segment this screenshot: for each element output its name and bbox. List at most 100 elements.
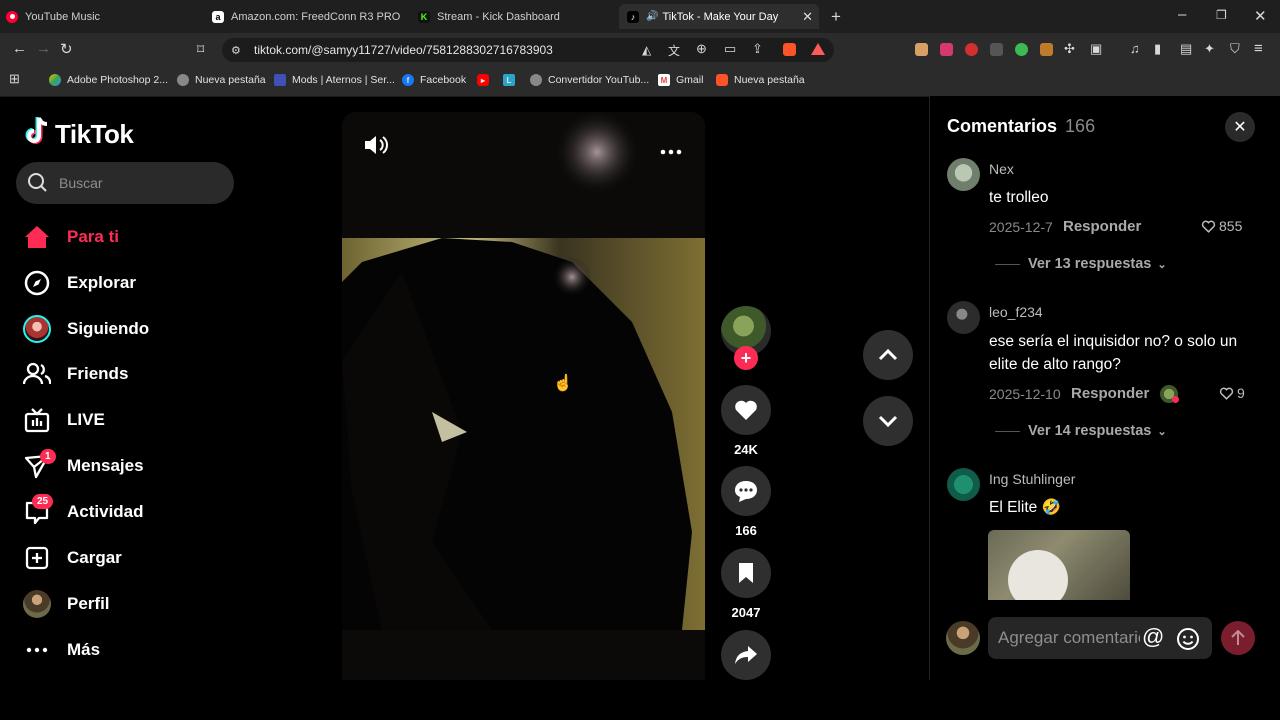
leo-ai-icon[interactable]: ✦: [1204, 41, 1215, 57]
cast-icon[interactable]: ▭: [724, 41, 736, 57]
reply-button[interactable]: Responder: [1063, 218, 1141, 235]
extension-icon[interactable]: [965, 43, 978, 56]
comment-like-button[interactable]: 9: [1219, 385, 1245, 401]
minimize-icon[interactable]: –: [1178, 6, 1186, 23]
like-button[interactable]: [721, 385, 771, 435]
next-video-button[interactable]: [863, 396, 913, 446]
bookmark-item[interactable]: L: [503, 72, 521, 88]
sidebar-toggle-icon[interactable]: ▮: [1154, 41, 1161, 57]
brave-shields-icon[interactable]: [783, 43, 796, 56]
extensions-puzzle-icon[interactable]: ✣: [1064, 41, 1075, 57]
video-more-icon[interactable]: [660, 142, 682, 160]
following-avatar-icon: [22, 314, 52, 344]
sidebar-item-actividad[interactable]: 25 Actividad: [22, 494, 222, 527]
sidebar-item-friends[interactable]: Friends: [22, 359, 222, 389]
bookmark-item[interactable]: Convertidor YouTub...: [530, 72, 649, 88]
gmail-icon: M: [658, 74, 670, 86]
extension-icon[interactable]: [1015, 43, 1028, 56]
bookmark-item[interactable]: f Facebook: [402, 72, 466, 88]
apps-grid-icon[interactable]: ⊞: [9, 71, 20, 87]
sidebar-item-live[interactable]: LIVE: [22, 405, 222, 435]
commenter-name[interactable]: Nex: [989, 161, 1014, 177]
emoji-icon[interactable]: [1176, 627, 1200, 656]
sidebar-item-explorar[interactable]: Explorar: [22, 268, 222, 298]
commenter-avatar[interactable]: [947, 301, 980, 334]
tab-kick[interactable]: K Stream - Kick Dashboard: [418, 4, 608, 29]
bookmark-page-icon[interactable]: ⌑: [197, 41, 204, 58]
zoom-icon[interactable]: ⊕: [696, 41, 707, 57]
site-info-icon[interactable]: ⚙: [231, 44, 241, 57]
follow-plus-icon[interactable]: +: [734, 346, 758, 370]
comment-like-button[interactable]: 855: [1201, 218, 1242, 234]
sidebar-item-mensajes[interactable]: 1 Mensajes: [22, 449, 222, 481]
mention-icon[interactable]: @: [1142, 624, 1164, 650]
sidebar-item-siguiendo[interactable]: Siguiendo: [22, 314, 222, 344]
sidebar-item-para-ti[interactable]: Para ti: [22, 222, 222, 252]
menu-icon[interactable]: ≡: [1254, 40, 1263, 57]
commenter-avatar[interactable]: [947, 468, 980, 501]
share-icon[interactable]: ⇪: [752, 41, 763, 57]
reload-icon[interactable]: ↻: [60, 40, 73, 58]
brand-name[interactable]: TikTok: [55, 119, 134, 150]
bookmark-item[interactable]: ▸: [477, 72, 495, 88]
reply-button[interactable]: Responder: [1071, 385, 1149, 402]
translate-icon[interactable]: 文: [668, 42, 680, 59]
close-tab-icon[interactable]: ✕: [802, 9, 813, 25]
wallet-icon[interactable]: ▤: [1180, 41, 1192, 57]
sidebar-item-label: Siguiendo: [67, 319, 150, 338]
share-button[interactable]: [721, 630, 771, 680]
new-tab-icon[interactable]: +: [831, 7, 841, 27]
comment-image[interactable]: [988, 530, 1130, 600]
back-icon[interactable]: ←: [12, 40, 27, 57]
sidebar-item-perfil[interactable]: Perfil: [22, 589, 222, 619]
sidebar-item-mas[interactable]: Más: [22, 635, 222, 665]
extension-icon[interactable]: [1040, 43, 1053, 56]
tab-amazon[interactable]: a Amazon.com: FreedConn R3 PRO Au: [212, 4, 402, 29]
extension-icon[interactable]: [915, 43, 928, 56]
volume-icon[interactable]: [363, 133, 389, 162]
close-window-icon[interactable]: ✕: [1254, 7, 1267, 25]
forward-icon[interactable]: →: [36, 40, 51, 57]
restore-icon[interactable]: ❐: [1216, 8, 1227, 22]
previous-video-button[interactable]: [863, 330, 913, 380]
tab-youtube-music[interactable]: YouTube Music: [6, 4, 206, 29]
bookmark-item[interactable]: M Gmail: [658, 72, 703, 88]
bookmark-item[interactable]: Nueva pestaña: [716, 72, 805, 88]
search-placeholder: Buscar: [59, 175, 103, 191]
view-replies-button[interactable]: Ver 14 respuestas ⌄: [995, 423, 1167, 439]
commenter-name[interactable]: leo_f234: [989, 304, 1043, 320]
search-input[interactable]: [16, 162, 234, 204]
extension-icon[interactable]: [940, 43, 953, 56]
comment-button[interactable]: [721, 466, 771, 516]
bookmark-item[interactable]: Adobe Photoshop 2...: [49, 72, 168, 88]
close-comments-icon[interactable]: ✕: [1225, 112, 1255, 142]
comment-like-count: 9: [1237, 385, 1245, 401]
comment-count: 166: [735, 523, 757, 538]
tiktok-logo-icon[interactable]: [25, 116, 51, 151]
post-comment-button[interactable]: [1221, 621, 1255, 655]
sidebar-item-label: Más: [67, 640, 101, 659]
bookmark-item[interactable]: Nueva pestaña: [177, 72, 266, 88]
brave-rewards-icon[interactable]: [811, 43, 825, 55]
extension-icon[interactable]: [990, 43, 1003, 56]
google-drive-icon: [49, 74, 61, 86]
tab-title: Stream - Kick Dashboard: [437, 10, 560, 23]
comments-count: 166: [1065, 116, 1096, 136]
upload-icon: [22, 543, 52, 573]
more-dots-icon: [22, 635, 52, 665]
video-player[interactable]: [342, 112, 705, 680]
commenter-avatar[interactable]: [947, 158, 980, 191]
aternos-icon: [274, 74, 286, 86]
commenter-name[interactable]: Ing Stuhlinger: [989, 471, 1075, 487]
tab-search-icon[interactable]: ▣: [1090, 41, 1102, 57]
music-icon[interactable]: ♫: [1130, 41, 1140, 56]
compass-icon: [22, 268, 52, 298]
media-icon[interactable]: ◭: [642, 43, 651, 57]
view-replies-button[interactable]: Ver 13 respuestas ⌄: [995, 256, 1167, 272]
bookmark-item[interactable]: Mods | Aternos | Ser...: [274, 72, 395, 88]
vpn-icon[interactable]: ⛉: [1230, 41, 1240, 57]
url-text[interactable]: tiktok.com/@samyy11727/video/75812883027…: [254, 43, 553, 57]
save-button[interactable]: [721, 548, 771, 598]
tab-tiktok[interactable]: ♪ 🔊 TikTok - Make Your Day ✕: [619, 4, 819, 29]
sidebar-item-cargar[interactable]: Cargar: [22, 543, 222, 573]
